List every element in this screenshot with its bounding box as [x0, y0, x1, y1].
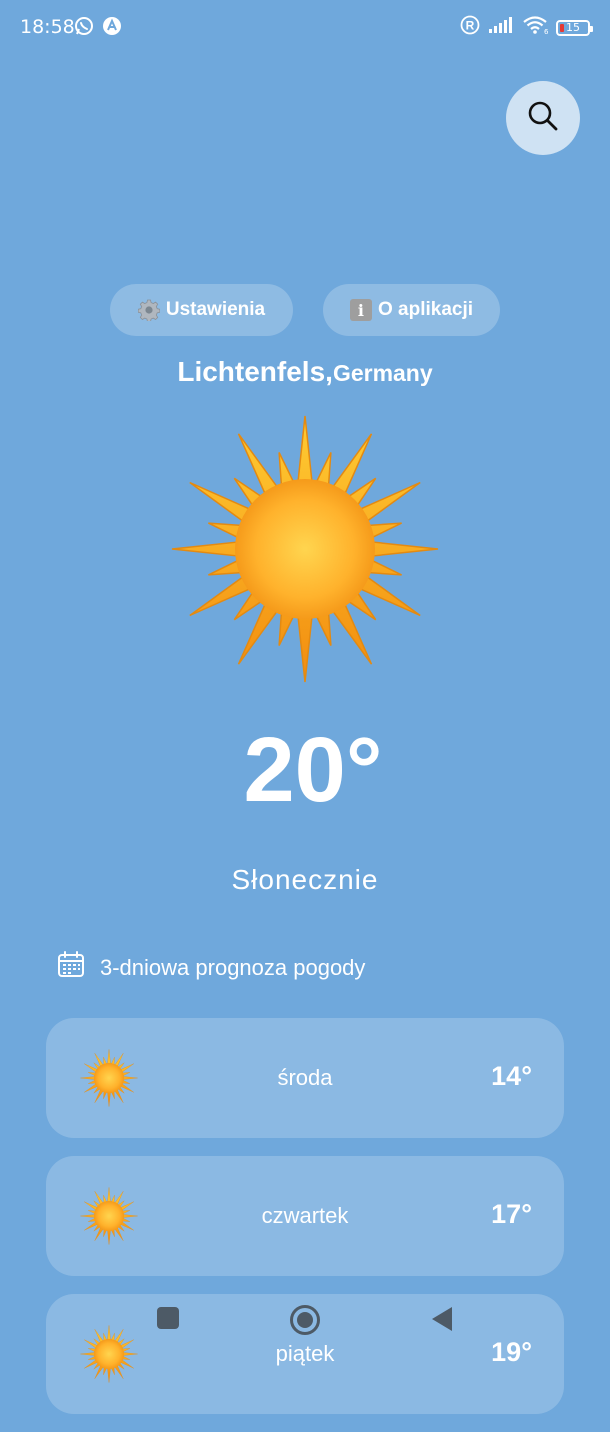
settings-label: Ustawienia — [165, 299, 266, 320]
sun-icon — [170, 414, 440, 684]
forecast-header: 3-dniowa prognoza pogody — [56, 950, 365, 986]
calendar-icon — [56, 950, 86, 986]
recents-icon[interactable] — [156, 1306, 180, 1335]
status-bar: 18:58 R 6 15 — [0, 0, 610, 56]
location-country: Germany — [332, 360, 433, 386]
forecast-temp: 17° — [491, 1199, 532, 1229]
about-button[interactable]: i O aplikacji — [323, 284, 500, 336]
svg-text:R: R — [466, 19, 475, 33]
sun-core — [235, 479, 375, 619]
gear-icon — [137, 299, 160, 321]
location-city: Lichtenfels, — [177, 356, 333, 387]
svg-text:6: 6 — [544, 28, 548, 35]
home-icon[interactable] — [289, 1304, 321, 1341]
battery-level — [560, 23, 564, 32]
system-nav-bar — [0, 1290, 610, 1356]
whatsapp-icon — [74, 16, 94, 41]
forecast-day: środa — [277, 1065, 333, 1090]
location-title: Lichtenfels,Germany — [0, 356, 610, 388]
search-icon — [526, 99, 560, 138]
forecast-temp: 14° — [491, 1061, 532, 1091]
battery-percent: 15 — [566, 21, 580, 34]
search-button[interactable] — [506, 81, 580, 155]
status-notifications — [74, 16, 122, 41]
forecast-day: czwartek — [261, 1203, 349, 1228]
current-condition: Słonecznie — [231, 864, 379, 895]
settings-button[interactable]: Ustawienia — [110, 284, 293, 336]
battery-icon: 15 — [556, 19, 593, 36]
back-icon[interactable] — [430, 1306, 454, 1337]
status-system-icons: R 6 15 — [460, 15, 593, 40]
forecast-list: środa 14° czwartek 17° piątek 19° — [46, 1018, 564, 1432]
about-label: O aplikacji — [377, 299, 474, 320]
forecast-title: 3-dniowa prognoza pogody — [100, 955, 366, 980]
status-time: 18:58 — [20, 16, 75, 38]
wifi-icon: 6 — [522, 15, 549, 40]
forecast-card[interactable]: czwartek 17° — [46, 1156, 564, 1276]
current-temperature: 20° — [243, 719, 383, 821]
app-notification-icon — [102, 16, 122, 41]
signal-icon — [488, 16, 514, 39]
info-icon: i — [349, 299, 372, 321]
registered-icon: R — [460, 15, 480, 40]
forecast-card[interactable]: środa 14° — [46, 1018, 564, 1138]
